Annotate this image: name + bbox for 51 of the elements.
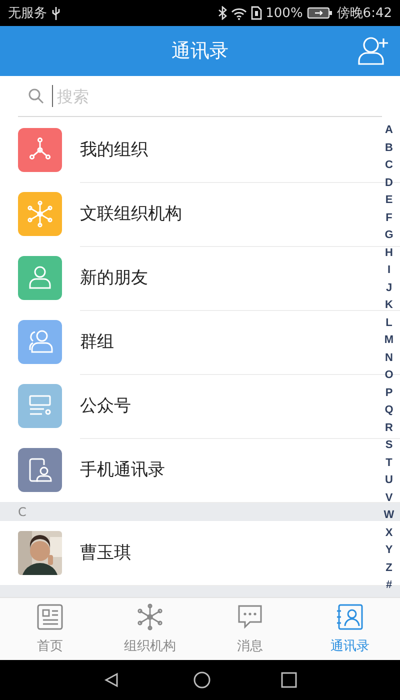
- index-letter[interactable]: K: [385, 297, 393, 314]
- index-letter[interactable]: Z: [386, 560, 392, 577]
- network-icon: [136, 603, 164, 631]
- index-letter[interactable]: F: [386, 210, 392, 227]
- home-icon[interactable]: [193, 671, 211, 689]
- chat-icon: [236, 603, 264, 631]
- index-letter[interactable]: T: [386, 454, 392, 472]
- index-letter[interactable]: O: [384, 367, 394, 384]
- index-letter[interactable]: R: [385, 420, 393, 437]
- contact-name[interactable]: 曹玉琪: [80, 541, 131, 564]
- add-contact-icon[interactable]: [358, 35, 390, 65]
- index-letter[interactable]: X: [385, 524, 393, 542]
- recents-icon[interactable]: [281, 672, 297, 688]
- search-icon: [28, 88, 44, 104]
- clock-text: 傍晚6:42: [336, 5, 392, 22]
- index-letter[interactable]: W: [384, 507, 394, 524]
- index-letter[interactable]: B: [385, 140, 393, 157]
- contact-card-icon: [336, 603, 364, 631]
- list-item-label[interactable]: 文联组织机构: [80, 202, 182, 225]
- index-letter[interactable]: V: [385, 490, 393, 507]
- list-item-label[interactable]: 公众号: [80, 394, 131, 417]
- index-letter[interactable]: G: [384, 227, 394, 244]
- list-item-label[interactable]: 我的组织: [80, 138, 148, 161]
- index-letter[interactable]: I: [387, 262, 391, 280]
- index-letter[interactable]: M: [384, 332, 394, 350]
- wifi-icon: [230, 6, 247, 20]
- index-letter[interactable]: Q: [384, 402, 394, 420]
- sim-icon: [250, 6, 262, 20]
- index-letter[interactable]: N: [385, 350, 393, 367]
- carrier-text: 无服务: [8, 5, 47, 22]
- battery-icon: [306, 7, 333, 19]
- battery-percent: 100%: [266, 6, 303, 20]
- usb-icon: [51, 6, 61, 20]
- news-icon: [36, 603, 64, 631]
- index-letter[interactable]: U: [385, 472, 393, 490]
- index-letter[interactable]: S: [385, 437, 393, 454]
- index-letter[interactable]: Y: [385, 542, 393, 560]
- list-item-label[interactable]: 群组: [80, 330, 114, 353]
- list-item-label[interactable]: 新的朋友: [80, 266, 148, 289]
- bluetooth-icon: [218, 6, 227, 20]
- index-letter[interactable]: #: [386, 577, 392, 594]
- header-title: 通讯录: [172, 39, 228, 64]
- index-letter[interactable]: P: [385, 384, 393, 402]
- index-letter[interactable]: C: [385, 157, 393, 174]
- index-letter[interactable]: D: [385, 174, 393, 192]
- index-letter[interactable]: J: [386, 280, 392, 297]
- index-letter[interactable]: L: [386, 314, 392, 332]
- index-letter[interactable]: A: [385, 122, 393, 140]
- list-item-label[interactable]: 手机通讯录: [80, 458, 165, 481]
- index-letter[interactable]: E: [385, 192, 393, 210]
- index-letter[interactable]: H: [385, 244, 393, 262]
